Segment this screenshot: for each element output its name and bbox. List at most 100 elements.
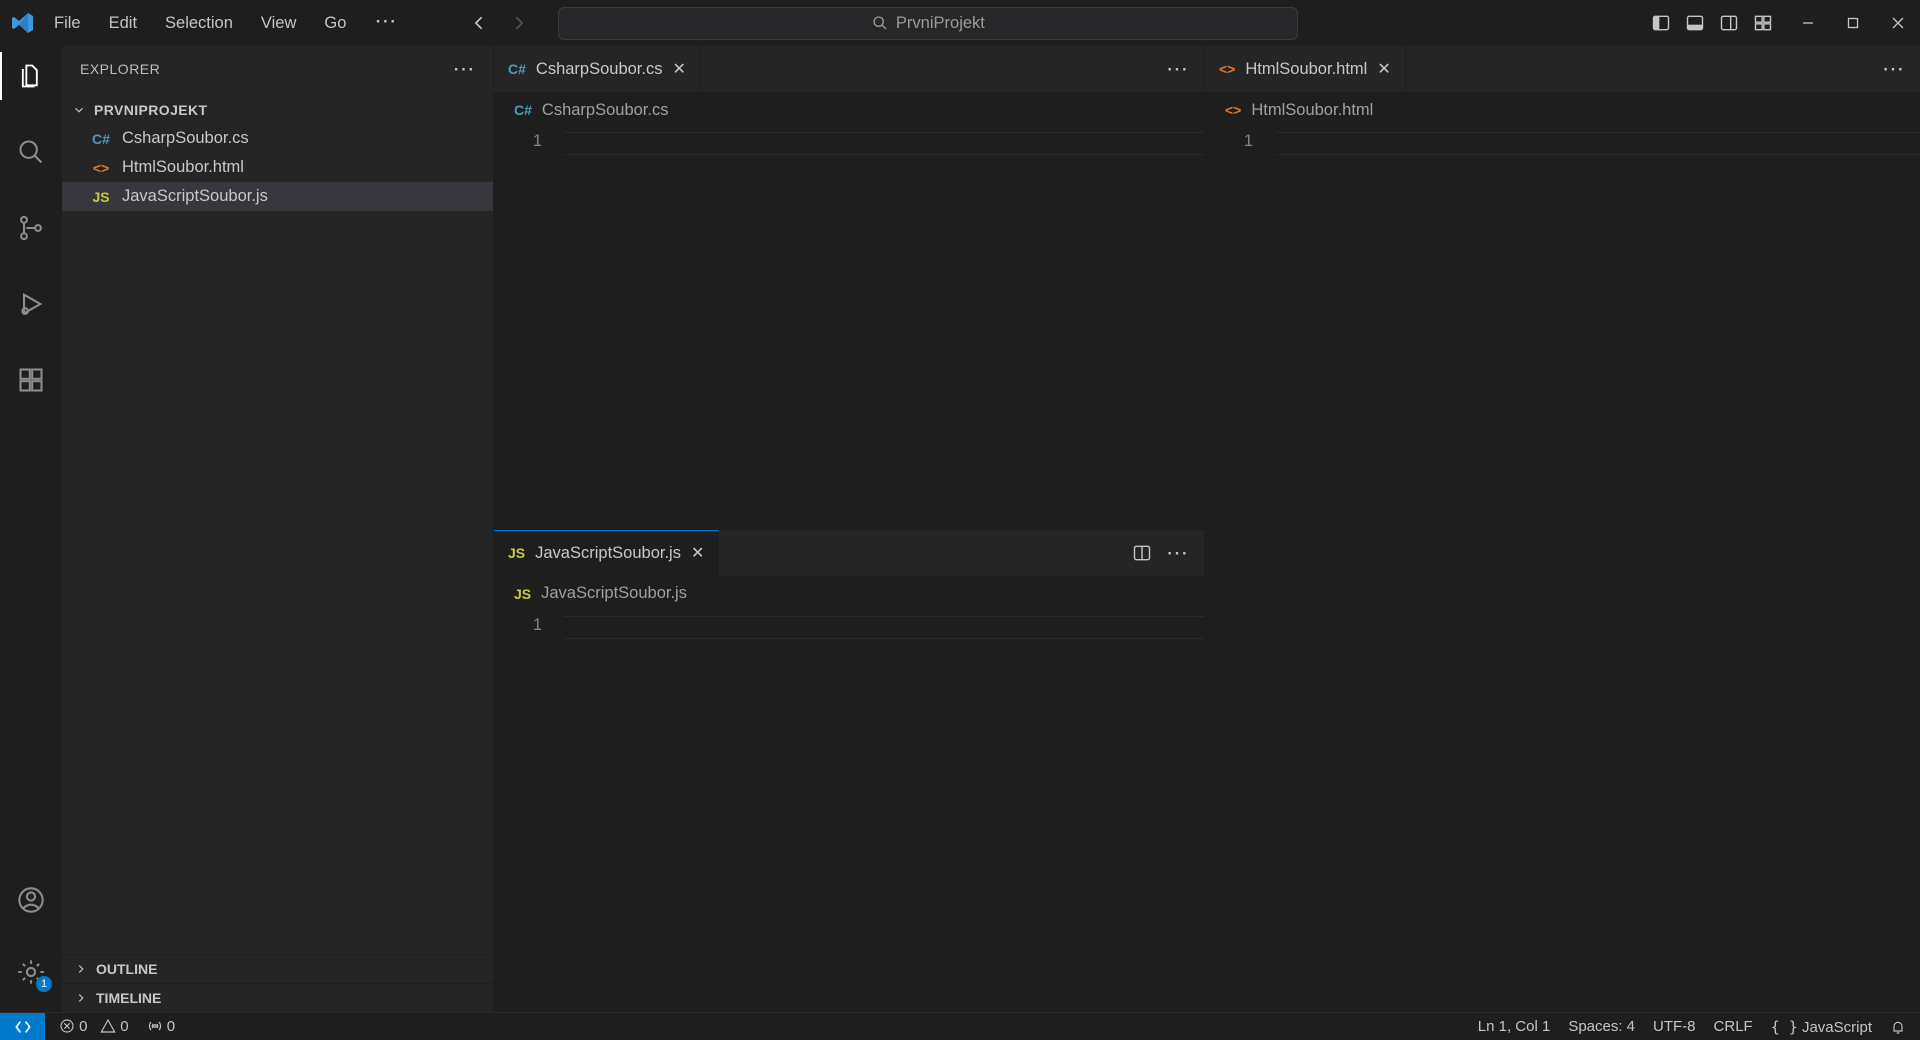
chevron-right-icon (74, 991, 90, 1005)
sidebar-explorer: EXPLORER ⋯ PRVNIPROJEKT C# CsharpSoubor.… (62, 46, 494, 1012)
timeline-section[interactable]: TIMELINE (62, 983, 493, 1012)
outline-label: OUTLINE (96, 961, 157, 977)
code-area[interactable] (564, 612, 1204, 1013)
tab-bar: <> HtmlSoubor.html ✕ ⋯ (1205, 46, 1920, 92)
editor-body[interactable]: 1 (494, 612, 1204, 1013)
main-menu: File Edit Selection View Go ⋯ (40, 4, 410, 43)
vscode-logo-icon (6, 0, 40, 46)
line-gutter: 1 (494, 128, 564, 529)
menu-more-icon[interactable]: ⋯ (360, 4, 410, 43)
command-center-text: PrvniProjekt (896, 14, 985, 33)
js-file-icon: JS (90, 189, 112, 205)
status-notifications-icon[interactable] (1890, 1019, 1906, 1035)
status-bar: 0 0 0 Ln 1, Col 1 Spaces: 4 UTF-8 CRLF {… (0, 1012, 1920, 1040)
html-file-icon: <> (90, 160, 112, 176)
command-center[interactable]: PrvniProjekt (558, 7, 1298, 40)
toggle-panel-icon[interactable] (1685, 13, 1705, 33)
editor-more-icon[interactable]: ⋯ (1882, 56, 1904, 82)
settings-badge: 1 (36, 976, 52, 992)
chevron-right-icon (74, 962, 90, 976)
split-editor-icon[interactable] (1132, 543, 1152, 563)
csharp-file-icon: C# (508, 61, 526, 77)
nav-back-icon[interactable] (470, 13, 490, 33)
editor-pane-html: <> HtmlSoubor.html ✕ ⋯ <> HtmlSoubor.htm… (1205, 46, 1920, 1012)
window-close-icon[interactable] (1875, 3, 1920, 43)
editor-pane-csharp: C# CsharpSoubor.cs ✕ ⋯ C# CsharpSoubor.c… (494, 46, 1204, 530)
toggle-primary-sidebar-icon[interactable] (1651, 13, 1671, 33)
tab-js[interactable]: JS JavaScriptSoubor.js ✕ (494, 530, 719, 576)
breadcrumb[interactable]: C# CsharpSoubor.cs (494, 92, 1204, 128)
sidebar-folders: PRVNIPROJEKT C# CsharpSoubor.cs <> HtmlS… (62, 92, 493, 215)
activity-extensions-icon[interactable] (0, 356, 62, 404)
breadcrumb[interactable]: JS JavaScriptSoubor.js (494, 576, 1204, 612)
search-icon (872, 15, 888, 31)
file-name: JavaScriptSoubor.js (122, 187, 268, 206)
html-file-icon: <> (1219, 61, 1235, 77)
nav-forward-icon[interactable] (508, 13, 528, 33)
sidebar-more-icon[interactable]: ⋯ (453, 56, 476, 82)
menu-view[interactable]: View (247, 4, 310, 43)
status-left: 0 0 0 (45, 1018, 189, 1035)
breadcrumb[interactable]: <> HtmlSoubor.html (1205, 92, 1920, 128)
status-right: Ln 1, Col 1 Spaces: 4 UTF-8 CRLF { } Jav… (1464, 1018, 1920, 1036)
status-ports[interactable]: 0 (147, 1018, 176, 1035)
editor-column-right: <> HtmlSoubor.html ✕ ⋯ <> HtmlSoubor.htm… (1204, 46, 1920, 1012)
editor-pane-js: JS JavaScriptSoubor.js ✕ ⋯ JS JavaScript… (494, 530, 1204, 1013)
activity-bar: 1 (0, 46, 62, 1012)
code-area[interactable] (1275, 128, 1920, 1012)
tab-bar: JS JavaScriptSoubor.js ✕ ⋯ (494, 530, 1204, 576)
status-spaces[interactable]: Spaces: 4 (1568, 1018, 1635, 1035)
line-gutter: 1 (1205, 128, 1275, 1012)
window-minimize-icon[interactable] (1785, 3, 1830, 43)
status-lncol[interactable]: Ln 1, Col 1 (1478, 1018, 1551, 1035)
menu-file[interactable]: File (40, 4, 95, 43)
editor-body[interactable]: 1 (494, 128, 1204, 529)
toggle-secondary-sidebar-icon[interactable] (1719, 13, 1739, 33)
remote-indicator-icon[interactable] (0, 1013, 45, 1040)
tab-close-icon[interactable]: ✕ (1377, 59, 1390, 79)
tab-html[interactable]: <> HtmlSoubor.html ✕ (1205, 46, 1406, 92)
js-file-icon: JS (508, 545, 525, 561)
customize-layout-icon[interactable] (1753, 13, 1773, 33)
breadcrumb-label: CsharpSoubor.cs (542, 101, 669, 120)
status-problems[interactable]: 0 0 (59, 1018, 129, 1035)
breadcrumb-label: JavaScriptSoubor.js (541, 584, 687, 603)
file-row-cs[interactable]: C# CsharpSoubor.cs (62, 124, 493, 153)
sidebar-header: EXPLORER ⋯ (62, 46, 493, 92)
menu-edit[interactable]: Edit (95, 4, 151, 43)
activity-accounts-icon[interactable] (0, 876, 62, 924)
tab-bar: C# CsharpSoubor.cs ✕ ⋯ (494, 46, 1204, 92)
breadcrumb-label: HtmlSoubor.html (1251, 101, 1373, 120)
activity-settings-icon[interactable]: 1 (0, 948, 62, 996)
editor-body[interactable]: 1 (1205, 128, 1920, 1012)
project-name: PRVNIPROJEKT (94, 102, 207, 118)
status-eol[interactable]: CRLF (1714, 1018, 1753, 1035)
editor-column-left: C# CsharpSoubor.cs ✕ ⋯ C# CsharpSoubor.c… (494, 46, 1204, 1012)
activity-explorer-icon[interactable] (0, 52, 62, 100)
file-name: HtmlSoubor.html (122, 158, 244, 177)
menu-go[interactable]: Go (310, 4, 360, 43)
tab-close-icon[interactable]: ✕ (672, 59, 685, 79)
activity-run-debug-icon[interactable] (0, 280, 62, 328)
tab-close-icon[interactable]: ✕ (691, 543, 704, 563)
tab-label: JavaScriptSoubor.js (535, 544, 681, 563)
editor-more-icon[interactable]: ⋯ (1166, 540, 1188, 566)
outline-section[interactable]: OUTLINE (62, 954, 493, 983)
file-row-js[interactable]: JS JavaScriptSoubor.js (62, 182, 493, 211)
js-file-icon: JS (514, 586, 531, 602)
editors-area: C# CsharpSoubor.cs ✕ ⋯ C# CsharpSoubor.c… (494, 46, 1920, 1012)
activity-source-control-icon[interactable] (0, 204, 62, 252)
tab-csharp[interactable]: C# CsharpSoubor.cs ✕ (494, 46, 701, 92)
window-maximize-icon[interactable] (1830, 3, 1875, 43)
tab-label: HtmlSoubor.html (1245, 60, 1367, 79)
code-area[interactable] (564, 128, 1204, 529)
menu-selection[interactable]: Selection (151, 4, 247, 43)
status-encoding[interactable]: UTF-8 (1653, 1018, 1696, 1035)
timeline-label: TIMELINE (96, 990, 161, 1006)
activity-search-icon[interactable] (0, 128, 62, 176)
editor-more-icon[interactable]: ⋯ (1166, 56, 1188, 82)
project-root[interactable]: PRVNIPROJEKT (62, 96, 493, 124)
status-language[interactable]: { } JavaScript (1771, 1018, 1872, 1036)
workbench: 1 EXPLORER ⋯ PRVNIPROJEKT C# CsharpSoubo… (0, 46, 1920, 1012)
file-row-html[interactable]: <> HtmlSoubor.html (62, 153, 493, 182)
